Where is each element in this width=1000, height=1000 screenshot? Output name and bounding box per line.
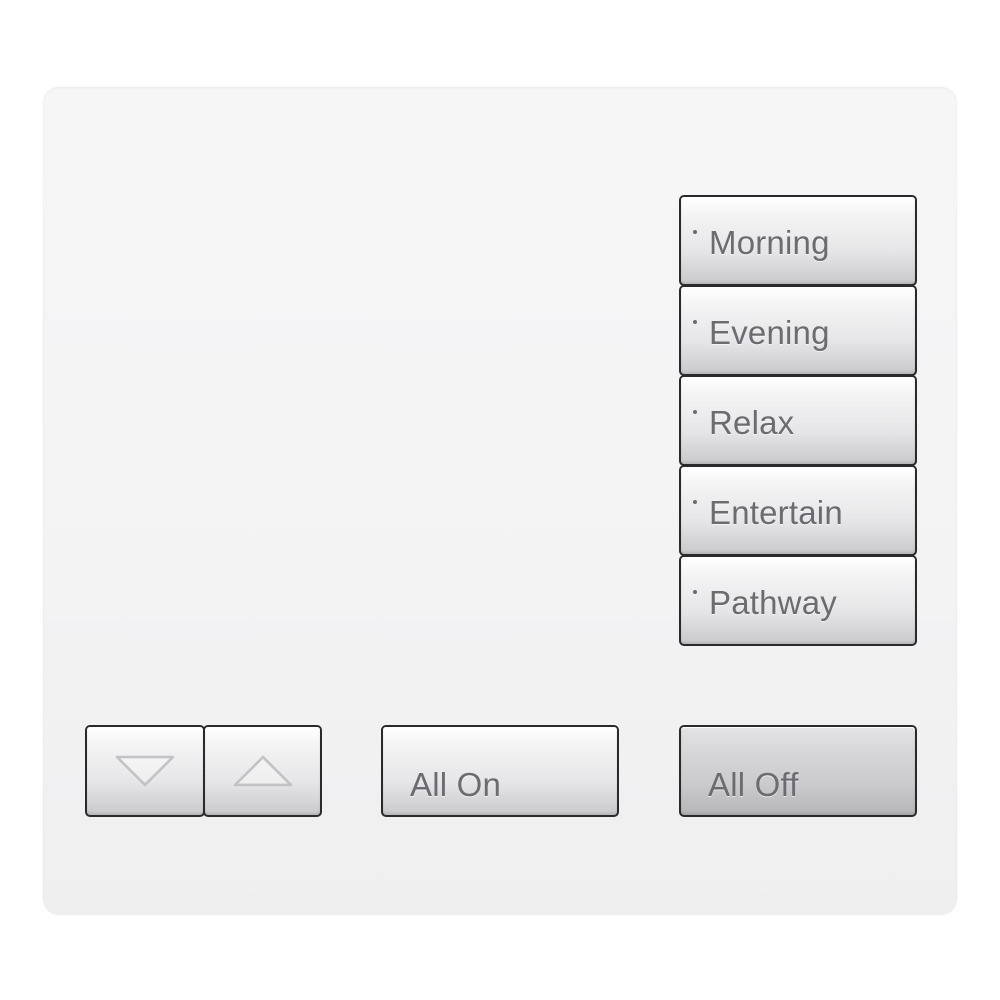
scene-button-label: Pathway	[709, 583, 837, 621]
scene-button-entertain[interactable]: Entertain	[679, 465, 917, 556]
led-indicator	[693, 500, 697, 504]
led-indicator	[693, 320, 697, 324]
scene-button-pathway[interactable]: Pathway	[679, 555, 917, 646]
raise-button-face	[205, 727, 320, 815]
scene-button-morning[interactable]: Morning	[679, 195, 917, 286]
all-on-button-face: All On	[383, 727, 617, 815]
triangle-up-icon	[233, 755, 292, 787]
scene-button-face: Relax	[681, 377, 915, 464]
led-indicator	[693, 410, 697, 414]
scene-button-label: Relax	[709, 403, 795, 441]
all-off-label: All Off	[708, 766, 799, 803]
all-off-button-face: All Off	[681, 727, 915, 815]
lower-button-face	[87, 727, 203, 815]
scene-button-face: Pathway	[681, 557, 915, 644]
scene-button-label: Morning	[709, 223, 830, 261]
scene-button-relax[interactable]: Relax	[679, 375, 917, 466]
scene-button-label: Entertain	[709, 493, 843, 531]
triangle-down-icon	[115, 755, 175, 787]
led-indicator	[693, 230, 697, 234]
led-indicator	[693, 590, 697, 594]
scene-button-face: Entertain	[681, 467, 915, 554]
scene-button-face: Morning	[681, 197, 915, 284]
scene-button-face: Evening	[681, 287, 915, 374]
all-on-label: All On	[410, 766, 502, 803]
all-on-button[interactable]: All On	[381, 725, 619, 817]
scene-button-evening[interactable]: Evening	[679, 285, 917, 376]
scene-button-label: Evening	[709, 313, 830, 351]
raise-button[interactable]	[203, 725, 322, 817]
all-off-button[interactable]: All Off	[679, 725, 917, 817]
lower-button[interactable]	[85, 725, 205, 817]
